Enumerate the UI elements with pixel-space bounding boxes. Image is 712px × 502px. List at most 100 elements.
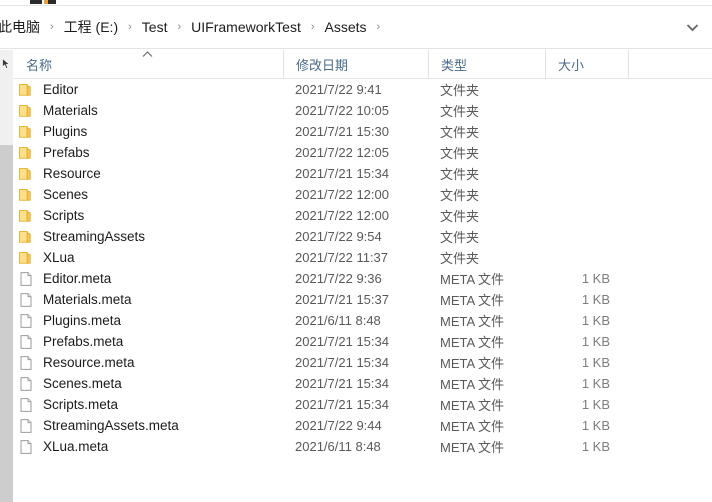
file-name-cell[interactable]: Scripts.meta: [14, 397, 283, 413]
file-name-cell[interactable]: Editor.meta: [14, 271, 283, 287]
file-size-cell: 1 KB: [581, 334, 610, 349]
file-icon: [18, 418, 34, 434]
file-date-cell: 2021/7/22 12:00: [295, 208, 389, 223]
file-date-cell: 2021/6/11 8:48: [295, 439, 381, 454]
file-name-label: StreamingAssets.meta: [43, 418, 179, 433]
table-row[interactable]: XLua 2021/7/22 11:37 文件夹: [14, 247, 712, 268]
column-header-name[interactable]: 名称: [14, 50, 283, 79]
table-row[interactable]: Editor 2021/7/22 9:41 文件夹: [14, 79, 712, 100]
table-row[interactable]: Prefabs.meta 2021/7/21 15:34 META 文件 1 KB: [14, 331, 712, 352]
toolbar-icon-partial-1[interactable]: [30, 0, 42, 4]
breadcrumb-separator-2[interactable]: ›: [170, 17, 188, 37]
column-header-date-modified[interactable]: 修改日期: [283, 49, 428, 79]
table-row[interactable]: Prefabs 2021/7/22 12:05 文件夹: [14, 142, 712, 163]
table-row[interactable]: Plugins 2021/7/21 15:30 文件夹: [14, 121, 712, 142]
file-name-cell[interactable]: Scripts: [14, 208, 283, 224]
file-type-cell: 文件夹: [440, 188, 480, 203]
file-name-cell[interactable]: XLua: [14, 250, 283, 266]
file-size-cell: 1 KB: [581, 292, 610, 307]
file-size-cell: 1 KB: [581, 271, 610, 286]
breadcrumb-separator-0[interactable]: ›: [43, 17, 61, 37]
file-list-pane: 名称 修改日期 类型 大小 Editor 2021/7/22 9:41 文件夹 Mat…: [14, 49, 712, 502]
column-header-name-label: 名称: [26, 57, 53, 73]
table-row[interactable]: XLua.meta 2021/6/11 8:48 META 文件 1 KB: [14, 436, 712, 457]
file-date-cell: 2021/7/21 15:34: [295, 355, 389, 370]
file-icon: [18, 376, 34, 392]
file-name-label: StreamingAssets: [43, 229, 146, 244]
column-header-empty[interactable]: [628, 49, 694, 79]
file-name-cell[interactable]: Prefabs: [14, 145, 283, 161]
file-name-cell[interactable]: Scenes.meta: [14, 376, 283, 392]
file-name-cell[interactable]: Prefabs.meta: [14, 334, 283, 350]
file-date-cell: 2021/7/21 15:34: [295, 376, 389, 391]
table-row[interactable]: StreamingAssets.meta 2021/7/22 9:44 META 文…: [14, 415, 712, 436]
file-name-cell[interactable]: Scenes: [14, 187, 283, 203]
file-name-label: Plugins: [43, 124, 88, 139]
folder-icon: [18, 187, 34, 203]
navigation-pane-scrollbar[interactable]: [0, 50, 13, 502]
file-name-label: Scenes: [43, 187, 89, 202]
breadcrumb-separator-1[interactable]: ›: [121, 17, 139, 37]
file-date-cell: 2021/7/22 10:05: [295, 103, 389, 118]
file-size-cell: 1 KB: [581, 397, 610, 412]
table-row[interactable]: Scenes 2021/7/22 12:00 文件夹: [14, 184, 712, 205]
file-name-cell[interactable]: Resource: [14, 166, 283, 182]
file-name-label: Resource: [43, 166, 101, 181]
file-name-cell[interactable]: Materials: [14, 103, 283, 119]
breadcrumb-item-1[interactable]: 工程 (E:): [61, 15, 121, 39]
file-date-cell: 2021/7/22 12:00: [295, 187, 389, 202]
folder-icon: [18, 208, 34, 224]
toolbar-icon-partial-2[interactable]: [44, 0, 56, 4]
file-type-cell: 文件夹: [440, 104, 480, 119]
file-name-cell[interactable]: XLua.meta: [14, 439, 283, 455]
file-name-label: Prefabs: [43, 145, 90, 160]
table-row[interactable]: StreamingAssets 2021/7/22 9:54 文件夹: [14, 226, 712, 247]
table-row[interactable]: Scripts 2021/7/22 12:00 文件夹: [14, 205, 712, 226]
file-name-cell[interactable]: Plugins.meta: [14, 313, 283, 329]
file-type-cell: META 文件: [440, 419, 505, 434]
column-header-type[interactable]: 类型: [428, 49, 545, 79]
file-icon: [18, 439, 34, 455]
breadcrumb-item-4[interactable]: Assets: [322, 15, 370, 39]
file-name-label: Materials.meta: [43, 292, 132, 307]
file-date-cell: 2021/6/11 8:48: [295, 313, 381, 328]
breadcrumb-item-2[interactable]: Test: [139, 15, 171, 39]
file-list: Editor 2021/7/22 9:41 文件夹 Materials 2021/7/2…: [14, 79, 712, 457]
file-name-cell[interactable]: Materials.meta: [14, 292, 283, 308]
folder-icon: [18, 166, 34, 182]
chevron-down-icon[interactable]: [672, 6, 712, 48]
column-header-row: 名称 修改日期 类型 大小: [14, 49, 712, 79]
breadcrumb-item-3[interactable]: UIFrameworkTest: [188, 15, 304, 39]
table-row[interactable]: Scripts.meta 2021/7/21 15:34 META 文件 1 KB: [14, 394, 712, 415]
file-name-label: Prefabs.meta: [43, 334, 124, 349]
breadcrumb-item-0[interactable]: 此电脑: [0, 15, 43, 39]
breadcrumb[interactable]: 此电脑 › 工程 (E:) › Test › UIFrameworkTest ›…: [0, 6, 672, 48]
breadcrumb-separator-4[interactable]: ›: [370, 17, 388, 37]
folder-icon: [18, 250, 34, 266]
column-header-size[interactable]: 大小: [545, 49, 628, 79]
file-name-cell[interactable]: Resource.meta: [14, 355, 283, 371]
file-type-cell: META 文件: [440, 293, 505, 308]
address-bar[interactable]: 此电脑 › 工程 (E:) › Test › UIFrameworkTest ›…: [0, 5, 712, 49]
table-row[interactable]: Resource.meta 2021/7/21 15:34 META 文件 1 KB: [14, 352, 712, 373]
folder-icon: [18, 82, 34, 98]
file-date-cell: 2021/7/22 11:37: [295, 250, 389, 265]
file-name-cell[interactable]: Plugins: [14, 124, 283, 140]
file-type-cell: 文件夹: [440, 83, 480, 98]
file-name-cell[interactable]: StreamingAssets.meta: [14, 418, 283, 434]
table-row[interactable]: Resource 2021/7/21 15:34 文件夹: [14, 163, 712, 184]
file-name-cell[interactable]: StreamingAssets: [14, 229, 283, 245]
file-date-cell: 2021/7/21 15:37: [295, 292, 389, 307]
breadcrumb-separator-3[interactable]: ›: [304, 17, 322, 37]
folder-icon: [18, 145, 34, 161]
table-row[interactable]: Plugins.meta 2021/6/11 8:48 META 文件 1 KB: [14, 310, 712, 331]
file-name-cell[interactable]: Editor: [14, 82, 283, 98]
file-name-label: Scripts.meta: [43, 397, 119, 412]
table-row[interactable]: Materials.meta 2021/7/21 15:37 META 文件 1 KB: [14, 289, 712, 310]
table-row[interactable]: Scenes.meta 2021/7/21 15:34 META 文件 1 KB: [14, 373, 712, 394]
table-row[interactable]: Editor.meta 2021/7/22 9:36 META 文件 1 KB: [14, 268, 712, 289]
caret-up-icon: [142, 50, 153, 58]
file-name-label: Scripts: [43, 208, 85, 223]
file-icon: [18, 355, 34, 371]
table-row[interactable]: Materials 2021/7/22 10:05 文件夹: [14, 100, 712, 121]
